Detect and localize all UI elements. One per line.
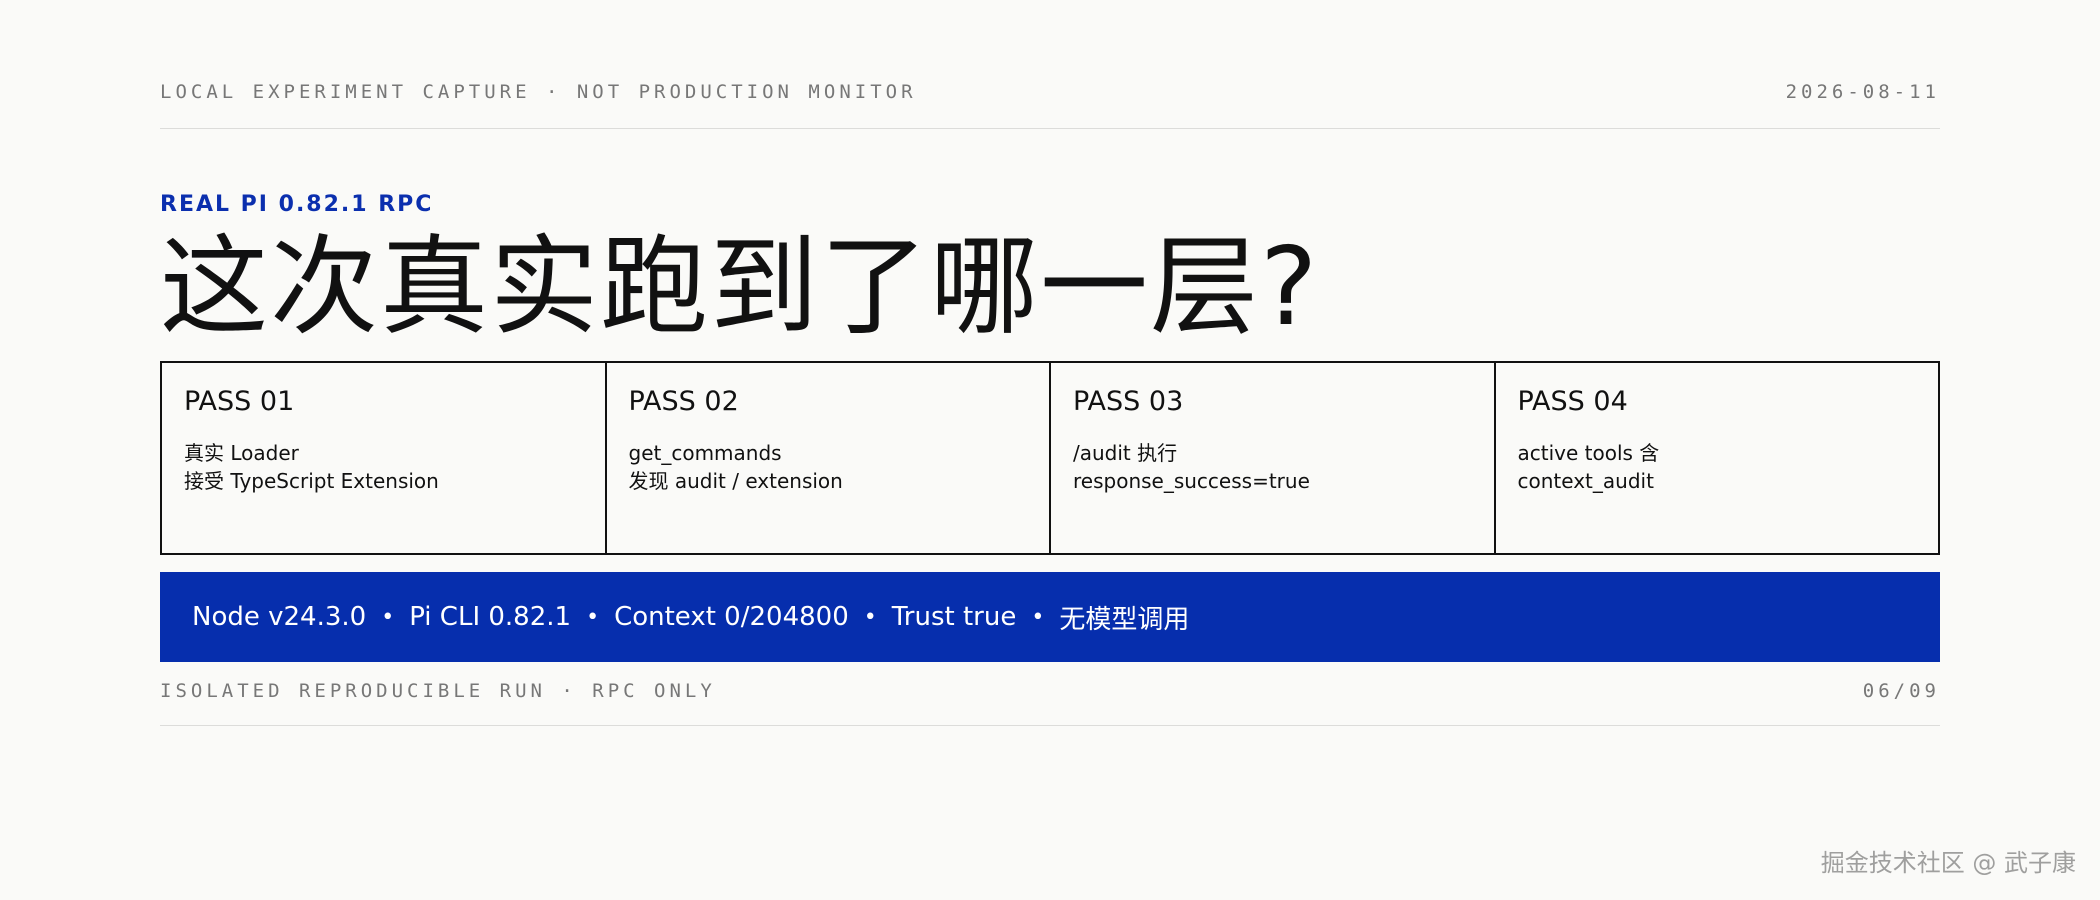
pass-title: PASS 02 (628, 386, 739, 417)
watermark: 掘金技术社区 @ 武子康 (1820, 849, 2076, 877)
capture-label: LOCAL EXPERIMENT CAPTURE · NOT PRODUCTIO… (160, 81, 917, 103)
pass-card-02: PASS 02 get_commands 发现 audit / extensio… (607, 363, 1051, 553)
pass-title: PASS 03 (1073, 386, 1184, 417)
env-cli: Pi CLI 0.82.1 (409, 602, 572, 632)
pass-card-01: PASS 01 真实 Loader 接受 TypeScript Extensio… (162, 363, 607, 553)
environment-bar: Node v24.3.0 • Pi CLI 0.82.1 • Context 0… (160, 572, 1940, 662)
env-model: 无模型调用 (1059, 604, 1190, 635)
pass-line-2: context_audit (1517, 469, 1654, 493)
env-trust: Trust true (891, 602, 1017, 632)
top-meta-bar: LOCAL EXPERIMENT CAPTURE · NOT PRODUCTIO… (160, 80, 1940, 129)
separator-dot: • (863, 604, 877, 630)
pass-line-2: response_success=true (1073, 469, 1310, 493)
pass-title: PASS 04 (1517, 386, 1628, 417)
run-label: ISOLATED REPRODUCIBLE RUN · RPC ONLY (160, 680, 716, 702)
bottom-meta-bar: ISOLATED REPRODUCIBLE RUN · RPC ONLY 06/… (160, 679, 1940, 726)
pass-line-2: 发现 audit / extension (628, 469, 843, 493)
date-label: 2026-08-11 (1785, 81, 1940, 103)
env-node: Node v24.3.0 (192, 602, 367, 632)
separator-dot: • (381, 604, 395, 630)
env-context: Context 0/204800 (614, 602, 849, 632)
pass-line-1: 真实 Loader (184, 441, 299, 465)
pass-card-04: PASS 04 active tools 含 context_audit (1496, 363, 1939, 553)
pass-line-1: active tools 含 (1517, 441, 1660, 465)
eyebrow-label: REAL PI 0.82.1 RPC (160, 192, 434, 217)
pass-grid: PASS 01 真实 Loader 接受 TypeScript Extensio… (160, 361, 1940, 555)
pass-line-2: 接受 TypeScript Extension (184, 469, 439, 493)
pass-title: PASS 01 (184, 386, 295, 417)
pass-line-1: /audit 执行 (1073, 441, 1178, 465)
pass-line-1: get_commands (628, 441, 782, 465)
separator-dot: • (586, 604, 600, 630)
separator-dot: • (1031, 604, 1045, 630)
page-title: 这次真实跑到了哪一层? (160, 225, 1320, 350)
pass-card-03: PASS 03 /audit 执行 response_success=true (1051, 363, 1496, 553)
page-number: 06/09 (1862, 680, 1940, 702)
